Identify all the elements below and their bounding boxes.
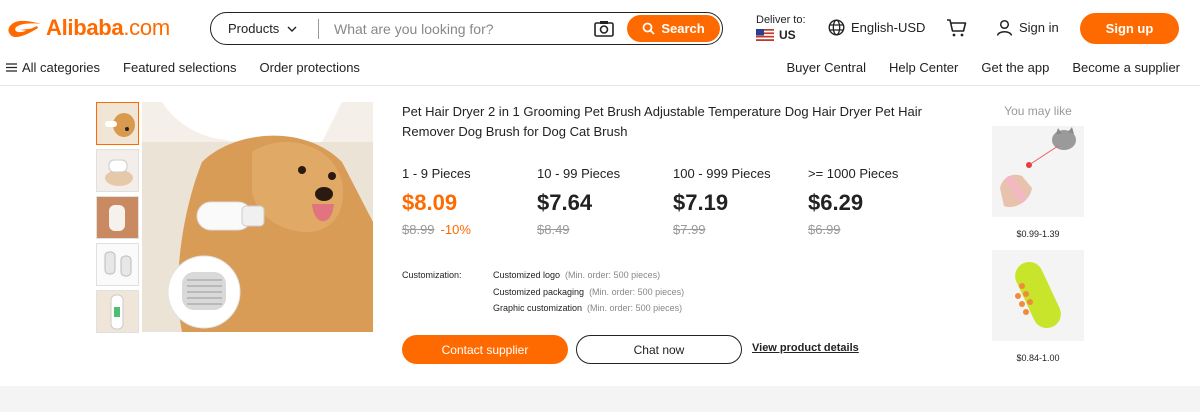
search-category-label: Products xyxy=(228,21,280,36)
recommended-item-price: $0.99-1.39 xyxy=(1016,229,1060,239)
thumbnail-brush-hair[interactable] xyxy=(96,196,139,239)
alibaba-logo[interactable]: Alibaba.com xyxy=(4,12,170,44)
tier-price: $6.29 xyxy=(808,190,864,215)
search-icon xyxy=(642,22,655,35)
sign-up-button[interactable]: Sign up xyxy=(1080,13,1179,44)
search-button-label: Search xyxy=(661,21,705,36)
customization-item: Graphic customization (Min. order: 500 pi… xyxy=(493,303,793,320)
deliver-country: US xyxy=(779,28,796,42)
you-may-like-title: You may like xyxy=(1004,104,1072,118)
us-flag-icon xyxy=(756,29,774,41)
product-thumbnails xyxy=(96,102,139,337)
tier-original-price: $8.99 xyxy=(402,222,435,237)
tier-original-price-row: $6.99 xyxy=(808,222,948,237)
user-icon xyxy=(996,19,1013,36)
customization-label: Customization: xyxy=(402,270,462,280)
view-product-details-link[interactable]: View product details xyxy=(752,342,859,354)
search-button[interactable]: Search xyxy=(627,15,720,42)
tier-quantity: 1 - 9 Pieces xyxy=(402,166,471,181)
logo-wordmark-main: Alibaba xyxy=(46,15,124,40)
globe-icon xyxy=(828,19,845,36)
logo-wordmark-suffix: .com xyxy=(123,15,170,40)
customization-item: Customized packaging (Min. order: 500 pie… xyxy=(493,287,793,304)
tier-quantity: >= 1000 Pieces xyxy=(808,166,899,181)
steam-brush-image xyxy=(992,250,1084,341)
thumbnail-brush-hand[interactable] xyxy=(96,149,139,192)
price-tier-2: 10 - 99 Pieces $7.64 $8.49 xyxy=(537,166,677,237)
deliver-to-label: Deliver to: xyxy=(756,14,806,26)
nav-featured-selections[interactable]: Featured selections xyxy=(123,60,236,75)
brush-hair-thumb-image xyxy=(97,197,138,238)
thumbnail-dryer-green[interactable] xyxy=(96,290,139,333)
nav-all-categories[interactable]: All categories xyxy=(6,60,100,75)
category-nav: All categories Featured selections Order… xyxy=(0,56,1200,86)
recommended-item[interactable]: $0.99-1.39 xyxy=(992,126,1084,239)
top-header: Alibaba.com Products Search Deliver to: xyxy=(0,0,1200,56)
product-main-image[interactable] xyxy=(142,102,373,332)
tier-price: $8.09 xyxy=(402,190,458,215)
customization-min-order: (Min. order: 500 pieces) xyxy=(589,286,685,297)
tier-original-price-row: $7.99 xyxy=(673,222,813,237)
sign-in-link[interactable]: Sign in xyxy=(996,19,1059,36)
brush-hand-thumb-image xyxy=(97,150,138,191)
footer-band xyxy=(0,386,1200,412)
nav-order-protections[interactable]: Order protections xyxy=(260,60,360,75)
language-label: English-USD xyxy=(851,20,926,35)
customization-item: Customized logo (Min. order: 500 pieces) xyxy=(493,270,793,287)
menu-icon xyxy=(6,63,17,72)
language-selector[interactable]: English-USD xyxy=(828,19,925,36)
tier-original-price: $6.99 xyxy=(808,222,841,237)
deliver-to-selector[interactable]: Deliver to: US xyxy=(756,14,806,42)
customization-list: Customized logo (Min. order: 500 pieces) … xyxy=(493,270,793,320)
chevron-down-icon xyxy=(287,26,297,32)
customization-min-order: (Min. order: 500 pieces) xyxy=(565,270,661,280)
tier-price: $7.19 xyxy=(673,190,729,215)
dryer-green-thumb-image xyxy=(97,291,138,332)
customization-name: Graphic customization xyxy=(493,303,583,313)
recommended-item[interactable]: $0.84-1.00 xyxy=(992,250,1084,363)
tier-quantity: 10 - 99 Pieces xyxy=(537,166,621,181)
contact-supplier-button[interactable]: Contact supplier xyxy=(402,335,568,364)
price-tier-1: 1 - 9 Pieces $8.09 $8.99 -10% xyxy=(402,166,542,237)
nav-buyer-central[interactable]: Buyer Central xyxy=(787,60,866,75)
search-category-dropdown[interactable]: Products xyxy=(211,13,318,44)
camera-icon[interactable] xyxy=(593,18,615,40)
tier-original-price-row: $8.49 xyxy=(537,222,677,237)
thumbnail-dog-dryer[interactable] xyxy=(96,102,139,145)
customization-name: Customized packaging xyxy=(493,286,585,297)
search-input[interactable] xyxy=(319,13,593,44)
price-tier-4: >= 1000 Pieces $6.29 $6.99 xyxy=(808,166,948,237)
customization-min-order: (Min. order: 500 pieces) xyxy=(587,303,683,313)
chat-now-button[interactable]: Chat now xyxy=(576,335,742,364)
you-may-like-panel: You may like $0.99-1.39 $0.84-1.00 xyxy=(992,104,1084,363)
tier-quantity: 100 - 999 Pieces xyxy=(673,166,771,181)
price-tier-3: 100 - 999 Pieces $7.19 $7.99 xyxy=(673,166,813,237)
recommended-item-price: $0.84-1.00 xyxy=(1016,353,1060,363)
thumbnail-dryer-parts[interactable] xyxy=(96,243,139,286)
dog-dryer-thumb-image xyxy=(97,103,138,144)
laser-toy-image xyxy=(992,126,1084,217)
nav-become-a-supplier[interactable]: Become a supplier xyxy=(1072,60,1180,75)
tier-discount-badge: -10% xyxy=(440,222,471,237)
tier-original-price: $7.99 xyxy=(673,222,706,237)
dog-grooming-photo xyxy=(142,102,373,332)
product-title[interactable]: Pet Hair Dryer 2 in 1 Grooming Pet Brush… xyxy=(402,102,922,142)
tier-original-price-row: $8.99 -10% xyxy=(402,222,542,237)
logo-wordmark: Alibaba.com xyxy=(46,15,170,41)
tier-original-price: $8.49 xyxy=(537,222,570,237)
cart-icon[interactable] xyxy=(946,18,968,38)
alibaba-logo-icon xyxy=(8,20,41,37)
nav-get-the-app[interactable]: Get the app xyxy=(981,60,1049,75)
customization-name: Customized logo xyxy=(493,270,561,280)
sign-in-label: Sign in xyxy=(1019,20,1059,35)
tier-price: $7.64 xyxy=(537,190,593,215)
dryer-parts-thumb-image xyxy=(97,244,138,285)
nav-help-center[interactable]: Help Center xyxy=(889,60,958,75)
search-bar: Products Search xyxy=(210,12,723,45)
nav-all-categories-label: All categories xyxy=(22,60,101,75)
